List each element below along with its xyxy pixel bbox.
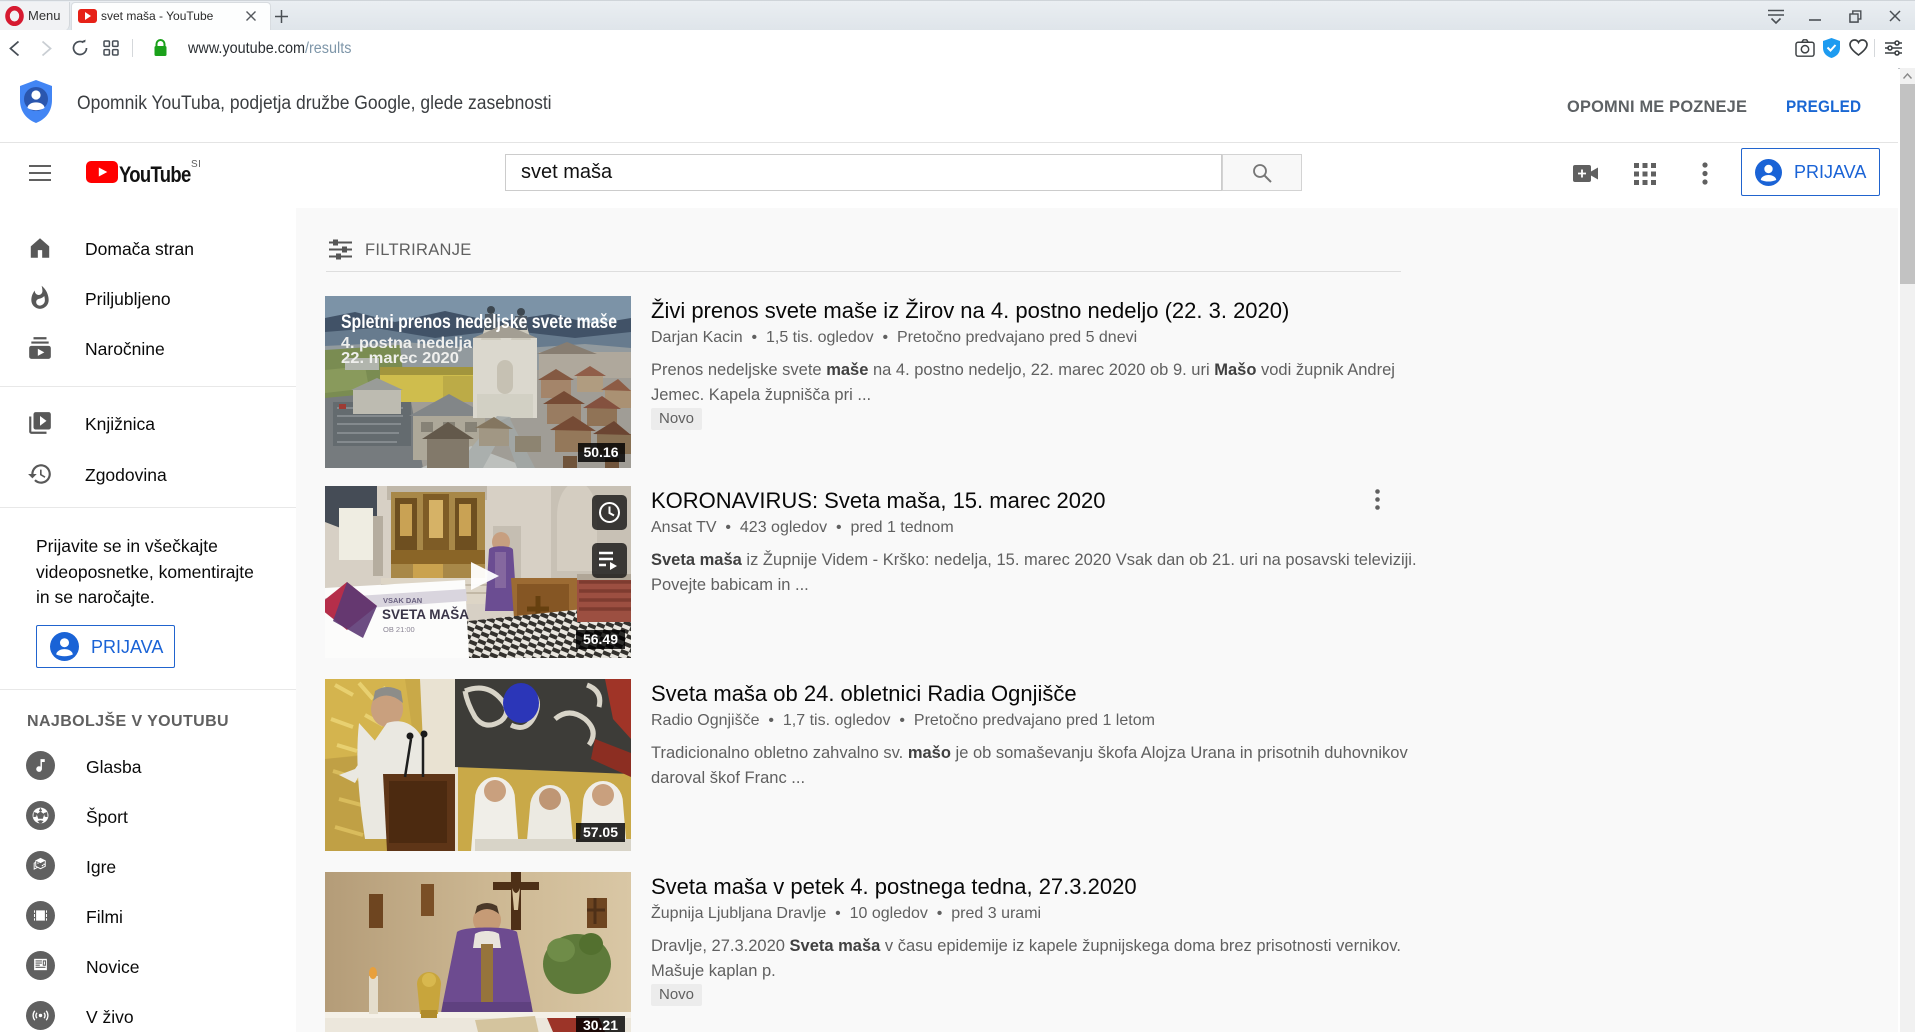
svg-text:56.49: 56.49 xyxy=(583,631,618,647)
svg-text:30.21: 30.21 xyxy=(583,1017,618,1032)
svg-text:Spletni prenos nedeljske svete: Spletni prenos nedeljske svete maše xyxy=(341,312,617,333)
svg-text:50.16: 50.16 xyxy=(583,444,618,460)
svg-text:22. marec 2020: 22. marec 2020 xyxy=(341,350,459,367)
svg-text:VSAK DAN: VSAK DAN xyxy=(383,596,422,605)
svg-text:OB 21:00: OB 21:00 xyxy=(383,625,415,634)
svg-text:SVETA MAŠA: SVETA MAŠA xyxy=(382,607,469,622)
svg-text:57.05: 57.05 xyxy=(583,824,618,840)
